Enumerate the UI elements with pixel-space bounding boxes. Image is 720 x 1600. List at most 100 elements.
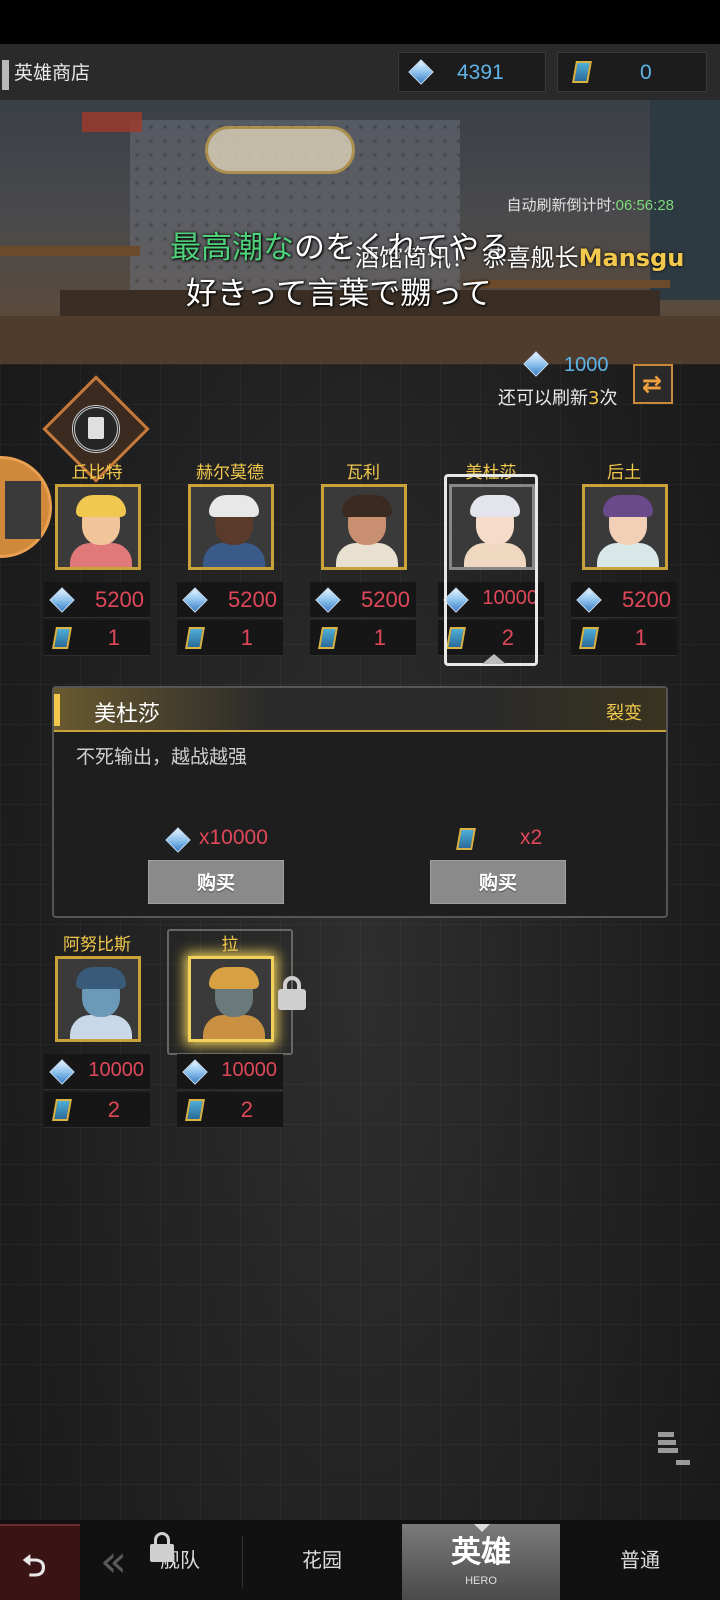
scroll-price: 2: [240, 1097, 253, 1122]
refresh-button[interactable]: ⇄: [633, 364, 673, 404]
page-title: 英雄商店: [14, 62, 91, 84]
status-bar: [0, 0, 720, 44]
tab-normal[interactable]: 普通: [580, 1524, 700, 1600]
scroll-icon: [454, 826, 478, 852]
detail-header-bar: [54, 694, 60, 726]
news-captain: Mansgu: [578, 244, 685, 272]
selected-hero-frame: [444, 474, 538, 666]
gem-price: 5200: [95, 587, 144, 612]
hero-card-houtu[interactable]: 后土 5200 1: [571, 458, 677, 658]
hero-card-hermod[interactable]: 赫尔莫德 5200 1: [177, 458, 283, 658]
lyric-highlight: 最高潮な: [170, 230, 294, 266]
scroll-balance-value: 0: [640, 61, 652, 84]
hero-portrait: [321, 484, 407, 570]
scene-neon-sign: [205, 126, 355, 174]
hero-name: 丘比特: [71, 463, 123, 483]
scroll-price-row: 1: [571, 620, 677, 656]
gem-icon: [315, 587, 341, 613]
hero-detail-panel: 美杜莎 裂变 不死输出，越战越强 x10000 购买 x2 购买: [52, 686, 668, 918]
hero-name: 瓦利: [346, 463, 380, 483]
refresh-cost: 1000: [564, 354, 609, 376]
tab-label: 普通: [620, 1548, 660, 1572]
detail-scroll-cost: x2: [520, 826, 543, 849]
gem-price-row: 5200: [44, 582, 150, 618]
hero-portrait: [188, 956, 274, 1042]
gem-icon: [576, 587, 602, 613]
lyric-rest: のをくれてやる: [294, 230, 511, 266]
scene-shelf: [0, 246, 140, 256]
scroll-price-row: 2: [44, 1092, 150, 1128]
scroll-price-row: 1: [310, 620, 416, 656]
refresh-icon: ⇄: [642, 370, 663, 398]
gem-balance[interactable]: 4391: [398, 52, 546, 92]
hero-card-anubis[interactable]: 阿努比斯 10000 2: [44, 930, 150, 1130]
scroll-price: 1: [634, 625, 647, 650]
hero-name: 阿努比斯: [63, 935, 131, 955]
gem-price-row: 5200: [571, 582, 677, 618]
scroll-price-row: 1: [177, 620, 283, 656]
scroll-icon: [50, 1097, 74, 1123]
refresh-countdown: 自动刷新倒计时:06:56:28: [506, 194, 674, 215]
gem-icon: [182, 587, 208, 613]
hero-card-ra[interactable]: 拉 10000 2: [177, 930, 283, 1130]
gem-price: 10000: [88, 1059, 144, 1081]
detail-gem-cost: x10000: [199, 826, 268, 849]
nav-divider: [242, 1536, 243, 1588]
lock-icon: [278, 976, 306, 1010]
scroll-icon: [50, 625, 74, 651]
gem-price-row: 10000: [44, 1054, 150, 1090]
hero-name: 赫尔莫德: [196, 463, 264, 483]
buy-with-scrolls-button[interactable]: 购买: [430, 860, 566, 904]
scroll-icon: [316, 625, 340, 651]
detail-hero-name: 美杜莎: [94, 702, 161, 727]
gem-price: 5200: [361, 587, 410, 612]
hero-name: 后土: [607, 463, 641, 483]
refresh-remaining-prefix: 还可以刷新: [498, 388, 588, 409]
tab-garden[interactable]: 花园: [262, 1524, 382, 1600]
avatar-figure: [5, 481, 41, 539]
scroll-balance[interactable]: 0: [557, 52, 707, 92]
scene-red-sign: [82, 112, 142, 132]
gem-icon: [408, 59, 434, 85]
beer-mug-icon: [88, 417, 104, 439]
refresh-remaining: 还可以刷新3次: [498, 384, 617, 410]
tab-hero[interactable]: 英雄 HERO: [402, 1524, 560, 1600]
back-arrow-icon: ⮌: [22, 1549, 47, 1584]
selected-caret: [482, 654, 506, 664]
scroll-price: 1: [107, 625, 120, 650]
scene-shelf: [470, 280, 670, 288]
layout-toggle-icon[interactable]: [650, 1428, 690, 1472]
hero-portrait: [582, 484, 668, 570]
hero-card-vali[interactable]: 瓦利 5200 1: [310, 458, 416, 658]
back-button[interactable]: ⮌: [0, 1524, 80, 1600]
hero-card-cupid[interactable]: 丘比特 5200 1: [44, 458, 150, 658]
active-tab-caret: [474, 1524, 490, 1532]
scroll-icon: [183, 625, 207, 651]
scroll-icon: [183, 1097, 207, 1123]
lyric-line-1: 最高潮なのをくれてやる: [170, 222, 510, 267]
refresh-remaining-suffix: 次: [599, 388, 618, 409]
detail-header: 美杜莎 裂变: [54, 688, 666, 732]
scroll-price-row: 2: [177, 1092, 283, 1128]
tab-sublabel: HERO: [465, 1575, 497, 1587]
detail-tag: 裂变: [606, 703, 642, 724]
hero-portrait: [55, 956, 141, 1042]
shop-header: 英雄商店 4391 0: [0, 44, 720, 100]
refresh-remaining-count: 3: [588, 388, 600, 409]
buy-with-gems-button[interactable]: 购买: [148, 860, 284, 904]
gem-balance-value: 4391: [457, 61, 504, 84]
scroll-icon: [577, 625, 601, 651]
tab-fleet[interactable]: 舰队: [120, 1524, 240, 1600]
hero-portrait: [55, 484, 141, 570]
countdown-time: 06:56:28: [615, 197, 674, 214]
countdown-label: 自动刷新倒计时:: [506, 197, 616, 214]
tab-label: 英雄: [451, 1535, 511, 1570]
scroll-price-row: 1: [44, 620, 150, 656]
scroll-price: 1: [240, 625, 253, 650]
hero-shop-screen: 英雄商店 4391 0 自动刷新倒计时:06:56:28 酒馆简讯！ 恭喜舰长M…: [0, 44, 720, 1600]
gem-icon: [49, 1059, 75, 1085]
lock-icon: [150, 1532, 174, 1562]
scene-counter: [0, 316, 720, 364]
scroll-price: 2: [107, 1097, 120, 1122]
gem-price-row: 5200: [310, 582, 416, 618]
